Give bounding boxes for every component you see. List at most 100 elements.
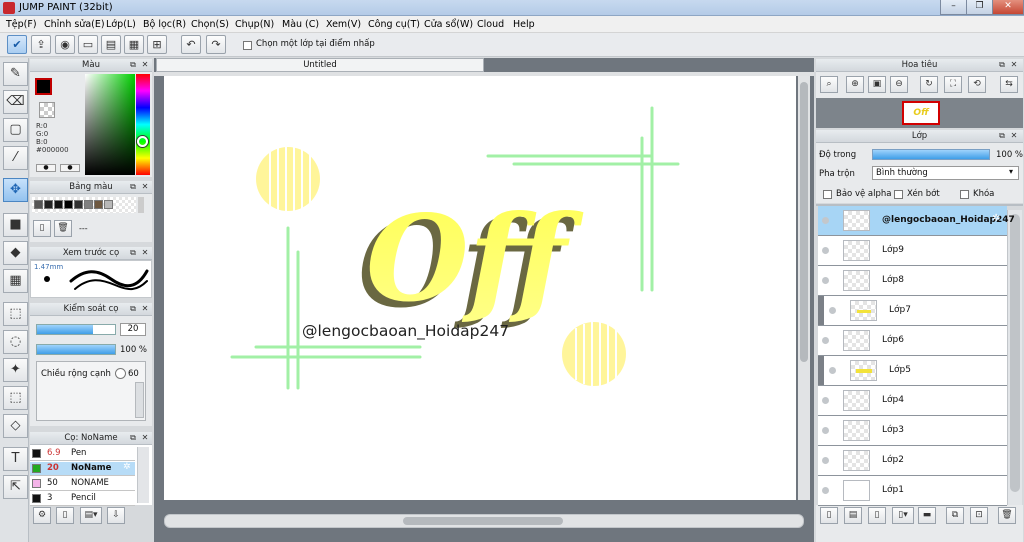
new-brush-icon[interactable]: ▯ [56, 507, 74, 524]
panel-close-icon[interactable]: ✕ [140, 60, 150, 70]
fit-screen-icon[interactable]: ⛶ [944, 76, 962, 93]
eye-icon[interactable] [829, 307, 836, 314]
canvas-tab[interactable]: Untitled [156, 58, 484, 72]
popout-icon[interactable]: ⧉ [128, 433, 138, 443]
layer-row[interactable]: Lớp9 [818, 236, 1007, 266]
fill-rect-icon[interactable]: ■ [3, 213, 28, 237]
brush-size-input[interactable]: 20 [120, 323, 146, 336]
palette-scrollbar[interactable] [138, 197, 144, 213]
minimize-button[interactable]: – [940, 0, 967, 15]
trash-icon[interactable]: 🗑 [998, 507, 1016, 524]
menu-filter[interactable]: Bộ lọc(R) [143, 17, 186, 32]
drawing-canvas[interactable]: Off Off @lengocbaoan_Hoidap247 [164, 76, 796, 500]
reset-rotate-icon[interactable]: ⟲ [968, 76, 986, 93]
brush-settings-icon[interactable]: ⚙ [33, 507, 51, 524]
move-icon[interactable]: ✥ [3, 178, 28, 202]
popout-icon[interactable]: ⧉ [997, 60, 1007, 70]
brush-list-scrollbar[interactable] [137, 447, 149, 503]
popout-icon[interactable]: ⧉ [128, 60, 138, 70]
menu-edit[interactable]: Chỉnh sửa(E) [44, 17, 105, 32]
protect-alpha-checkbox[interactable] [823, 190, 832, 199]
gear-icon[interactable]: ✲ [992, 213, 1000, 224]
grid-icon[interactable]: ⊞ [147, 35, 167, 54]
palette-swatch[interactable] [74, 200, 83, 209]
close-window-button[interactable]: ✕ [992, 0, 1024, 15]
zoom-window-icon[interactable]: ▣ [868, 76, 886, 93]
layer-row[interactable]: Lớp3 [818, 416, 1007, 446]
menu-capture[interactable]: Chụp(N) [235, 17, 274, 32]
eraser-icon[interactable]: ⌫ [3, 90, 28, 114]
brush-size-slider[interactable] [36, 324, 116, 335]
eye-icon[interactable] [822, 217, 829, 224]
new-page-icon[interactable]: ▯ [33, 220, 51, 237]
flip-icon[interactable]: ⇆ [1000, 76, 1018, 93]
brush-options-scrollbar[interactable] [135, 382, 144, 418]
select-layer-checkbox[interactable] [243, 41, 252, 50]
menu-window[interactable]: Cửa sổ(W) [424, 17, 473, 32]
brush-row[interactable]: 3 Pencil [30, 492, 135, 506]
eye-icon[interactable] [822, 427, 829, 434]
panel-close-icon[interactable]: ✕ [140, 433, 150, 443]
layers-scroll-thumb[interactable] [1010, 214, 1020, 492]
panel-close-icon[interactable]: ✕ [140, 304, 150, 314]
menu-tools[interactable]: Công cụ(T) [368, 17, 420, 32]
menu-layer[interactable]: Lớp(L) [106, 17, 136, 32]
gear-icon[interactable]: ✲ [123, 462, 131, 472]
zoom-out-icon[interactable]: ⊖ [890, 76, 908, 93]
eye-icon[interactable] [822, 277, 829, 284]
hue-slider-handle[interactable] [137, 136, 148, 147]
menu-cloud[interactable]: Cloud [477, 17, 504, 32]
brush-import-icon[interactable]: ⇩ [107, 507, 125, 524]
palette-more[interactable]: --- [79, 224, 88, 233]
layer-row[interactable]: Lớp4 [818, 386, 1007, 416]
new-layer-icon[interactable]: ▯ [820, 507, 838, 524]
redo-icon[interactable]: ↷ [206, 35, 226, 54]
menu-view[interactable]: Xem(V) [326, 17, 361, 32]
eye-icon[interactable] [822, 397, 829, 404]
popout-icon[interactable]: ⧉ [128, 182, 138, 192]
line-icon[interactable]: ⁄ [3, 146, 28, 170]
popout-icon[interactable]: ⧉ [997, 131, 1007, 141]
palette-swatch[interactable] [94, 200, 103, 209]
horizontal-scrollbar[interactable] [164, 514, 804, 528]
eye-icon[interactable] [822, 487, 829, 494]
bucket-icon[interactable]: ◆ [3, 241, 28, 265]
lasso-icon[interactable]: ◌ [3, 330, 28, 354]
horizontal-scroll-thumb[interactable] [403, 517, 563, 525]
zoom-fit-icon[interactable]: ⌕ [820, 76, 838, 93]
brush-row-selected[interactable]: 20 NoName ✲ [30, 462, 135, 476]
menu-file[interactable]: Tệp(F) [6, 17, 37, 32]
hue-slider[interactable] [136, 74, 150, 175]
panel-close-icon[interactable]: ✕ [1009, 131, 1019, 141]
layer-row[interactable]: Lớp6 [818, 326, 1007, 356]
rotate-icon[interactable]: ↻ [920, 76, 938, 93]
export-icon[interactable]: ⇪ [31, 35, 51, 54]
brush-row[interactable]: 6.9 Pen [30, 447, 135, 461]
layer-row[interactable]: @lengocbaoan_Hoidap247 ✲ [818, 206, 1015, 236]
gradient-icon[interactable]: ▦ [3, 269, 28, 293]
menu-color[interactable]: Màu (C) [282, 17, 319, 32]
clip-checkbox[interactable] [894, 190, 903, 199]
palette-swatch[interactable] [54, 200, 63, 209]
popout-icon[interactable]: ⧉ [128, 304, 138, 314]
layer-row[interactable]: Lớp2 [818, 446, 1007, 476]
maximize-button[interactable]: ❐ [966, 0, 993, 15]
check-icon[interactable]: ✔ [7, 35, 27, 54]
eye-dot-icon[interactable]: ● [36, 164, 56, 172]
palette-swatch[interactable] [84, 200, 93, 209]
select-eraser-icon[interactable]: ◇ [3, 414, 28, 438]
vertical-scroll-thumb[interactable] [800, 82, 808, 362]
comment-icon[interactable]: ◉ [55, 35, 75, 54]
transparent-swatch[interactable] [39, 102, 55, 118]
brush-opacity-slider[interactable] [36, 344, 116, 355]
layers-scrollbar[interactable] [1007, 210, 1022, 508]
layer-row[interactable]: Lớp1 [818, 476, 1007, 506]
layer-row[interactable]: Lớp5 [818, 356, 1007, 386]
brush-icon[interactable]: ✎ [3, 62, 28, 86]
swap-dot-icon[interactable]: ● [60, 164, 80, 172]
eye-icon[interactable] [822, 337, 829, 344]
eye-icon[interactable] [829, 367, 836, 374]
eye-icon[interactable] [822, 457, 829, 464]
panel-close-icon[interactable]: ✕ [140, 182, 150, 192]
menu-select[interactable]: Chọn(S) [191, 17, 229, 32]
